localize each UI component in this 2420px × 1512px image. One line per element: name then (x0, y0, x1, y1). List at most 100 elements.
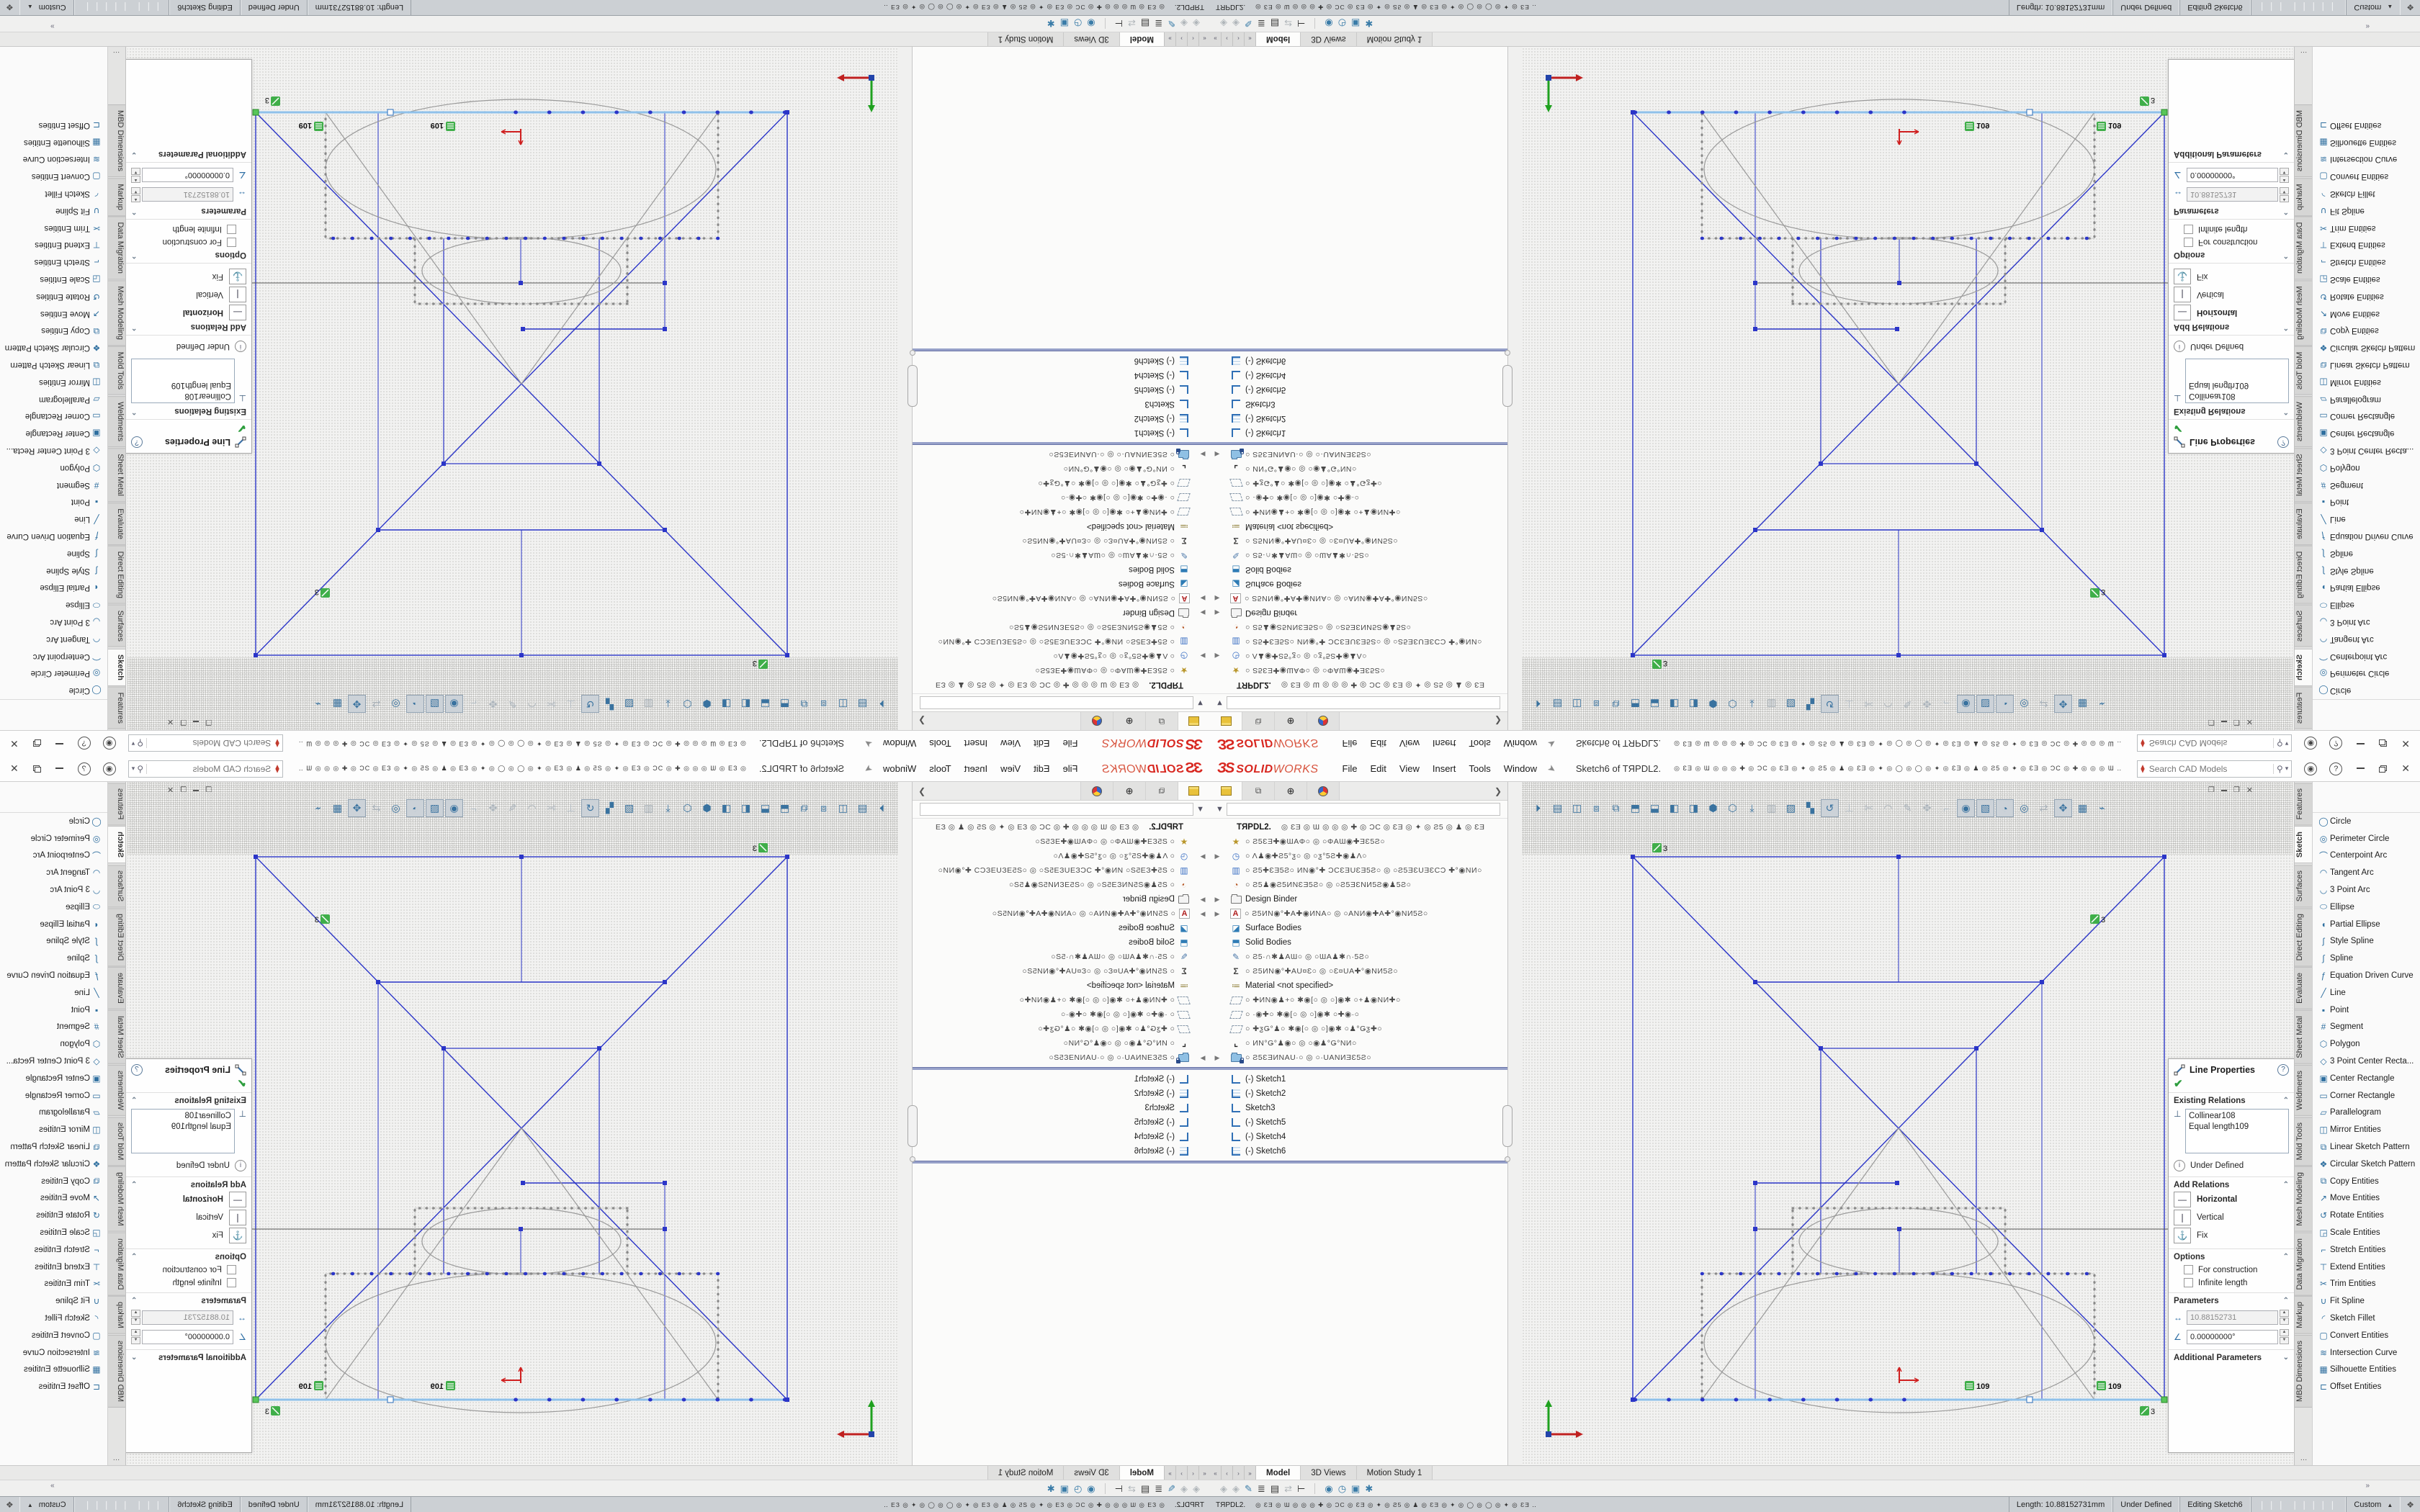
grid-fence-icon[interactable]: ▦ (2074, 695, 2092, 713)
tool-stretch-entities[interactable]: ⌐Stretch Entities (2313, 253, 2420, 271)
relation-badge-collinear[interactable]: 3 (265, 1406, 280, 1416)
tool-stretch-entities[interactable]: ⌐Stretch Entities (0, 253, 107, 271)
tool-stretch-entities[interactable]: ⌐Stretch Entities (0, 1241, 107, 1259)
tool-center-rectangle[interactable]: ▣Center Rectangle (0, 1070, 107, 1087)
menu-item-insert[interactable]: Insert (958, 763, 995, 774)
doc-tab-motion-study-1[interactable]: Motion Study 1 (1357, 1466, 1433, 1480)
move-arrows-icon[interactable]: ✥ (2054, 799, 2072, 817)
three-d-doc-icon[interactable]: ▧ (426, 799, 444, 817)
tool-perimeter-circle[interactable]: ◎Perimeter Circle (2313, 665, 2420, 682)
tree-item[interactable]: ○ ·◉✚○ ✱◉[○ ◎ ○]◉✱ ○✚◉·○ (913, 1007, 1210, 1022)
doc-tab-3d-views[interactable]: 3D Views (1301, 32, 1356, 46)
tree-item[interactable]: (-) Sketch4 (913, 368, 1210, 382)
tool-segment[interactable]: #Segment (2313, 477, 2420, 494)
panel-splitter-handle[interactable] (1502, 1105, 1512, 1147)
tool-mirror-entities[interactable]: ◫Mirror Entities (0, 374, 107, 391)
tool-partial-ellipse[interactable]: ◖Partial Ellipse (2313, 916, 2420, 933)
tool-parallelogram[interactable]: ▱Parallelogram (2313, 1104, 2420, 1122)
tab-weldments[interactable]: Weldments (2295, 1065, 2313, 1116)
shaded-view-icon[interactable]: ◨ (717, 695, 735, 713)
rollback-bar[interactable] (1210, 348, 1507, 351)
tree-item[interactable]: ⌞○ ИN°Ǥ°♟◉○ ◎ ○◉♟°Ǥ°NИ○ (913, 1036, 1210, 1050)
trim-ghost-icon[interactable]: ✄ (1860, 695, 1878, 713)
bars-icon[interactable]: ≣ (1155, 1483, 1162, 1495)
tool-3-point-center-recta-[interactable]: ◇3 Point Center Recta... (2313, 1053, 2420, 1070)
move-arrows-icon[interactable]: ✥ (2054, 695, 2072, 713)
tree-item[interactable]: ○ ✚ИN◉♟+○ ✱◉[○ ◎ ○]◉✱ ○+♟◉NИ✚○ (913, 993, 1210, 1007)
tool-spline[interactable]: ∫Spline (2313, 950, 2420, 967)
tab-direct-editing[interactable]: Direct Editing (2295, 546, 2313, 604)
tool-scale-entities[interactable]: ◲Scale Entities (0, 1224, 107, 1241)
tab-mold-tools[interactable]: Mold Tools (107, 1117, 125, 1166)
curve-dot-icon[interactable]: ◔ (406, 695, 424, 713)
doc-minimize-icon[interactable] (2221, 721, 2227, 723)
view-cube-icon[interactable]: ⧈ (1587, 799, 1605, 817)
menu-item-view[interactable]: View (1393, 763, 1426, 774)
tab-scroll-button[interactable]: › (1175, 32, 1187, 46)
parameter-field[interactable]: 10.88152731 (2187, 1310, 2278, 1325)
quick-access-toolbar[interactable]: ◎ ƐƎ ◎ Ɯ ◎ ◎ ◎ ✚ ◎ ƆC ◎ ƐƎ ◎ ✦ ◎ Ƨ5 ◎ ♟ … (298, 739, 746, 747)
tool-linear-sketch-pattern[interactable]: ⧉Linear Sketch Pattern (0, 1138, 107, 1156)
accept-button[interactable]: ✔ (2169, 1077, 2294, 1092)
search-box[interactable]: ⧫ ⚲ ▾ (128, 735, 283, 752)
striped-bars-icon[interactable]: ▤ (1141, 18, 1150, 30)
tree-item[interactable]: ★○ Ƨ5ƐƎ✚◉ƜAΦ○ ◎ ○ΦAƜ◉✚ƎƐ5Ƨ○ (913, 834, 1210, 849)
expand-arrow-icon[interactable]: ▶ (1213, 652, 1222, 660)
toolbar-expand-chevron-icon[interactable]: » (2365, 1482, 2370, 1490)
view-cube-icon[interactable]: ◧ (737, 695, 755, 713)
plug-icon[interactable]: ⌁ (309, 799, 327, 817)
tab-mesh-modeling[interactable]: Mesh Modeling (107, 280, 125, 346)
add-relation-horizontal[interactable]: —Horizontal (131, 305, 246, 320)
folder-sync-icon[interactable]: ▣ (1060, 18, 1069, 30)
status-tag-icon[interactable]: ❖ (0, 1500, 19, 1510)
search-icon[interactable]: ⚲ (137, 764, 147, 774)
rollback-bar[interactable] (913, 442, 1210, 445)
tree-item[interactable]: (-) Sketch4 (1210, 1130, 1507, 1144)
tab-weldments[interactable]: Weldments (107, 396, 125, 447)
tree-item[interactable]: ▶A○ Ƨ5ИN◉°✚A✚◉ИNA○ ◎ ○ANИ◉✚A✚°◉NИ5Ƨ○ (913, 906, 1210, 921)
tree-item[interactable]: ▥○ Ƨ5✚ƐƎ5Ƨ○ ИN◉°✚ ƆCƐƎUƐƎ5Ƨ○ ◎ ○Ƨ5ƎƐUƎƐC… (913, 863, 1210, 878)
search-box[interactable]: ⧫ ⚲ ▾ (2137, 735, 2292, 752)
camera-icon[interactable]: ◉ (1087, 18, 1095, 30)
tab-overflow-icon[interactable]: … (107, 47, 125, 60)
view-cube-icon[interactable]: ⧉ (795, 799, 813, 817)
sketch-blue-geometry[interactable] (256, 857, 787, 1400)
tool-polygon[interactable]: ⬡Polygon (2313, 459, 2420, 477)
tool-center-rectangle[interactable]: ▣Center Rectangle (2313, 1070, 2420, 1087)
tool-silhouette-entities[interactable]: ▦Silhouette Entities (2313, 134, 2420, 151)
search-input[interactable] (2148, 738, 2273, 750)
tab-overflow-icon[interactable]: … (2295, 47, 2313, 60)
tab-data-migration[interactable]: Data Migration (107, 1233, 125, 1296)
status-tag-icon[interactable]: ❖ (0, 2, 19, 12)
relation-badge-equal[interactable]: 109 (2097, 121, 2121, 131)
tree-item[interactable]: (-) Sketch4 (913, 1130, 1210, 1144)
dashed-selection-rects[interactable] (326, 1208, 718, 1400)
tool-point[interactable]: ▪Point (0, 1002, 107, 1019)
tab-property-manager[interactable]: ⧉ (1145, 782, 1178, 800)
relation-badge-equal[interactable]: 109 (1965, 1381, 1989, 1391)
tab-direct-editing[interactable]: Direct Editing (107, 908, 125, 966)
shaded-cube-icon[interactable]: ⬢ (1704, 799, 1722, 817)
tab-evaluate[interactable]: Evaluate (2295, 967, 2313, 1009)
bars-icon[interactable]: ≣ (1258, 18, 1265, 30)
tree-item[interactable]: ⬒Solid Bodies (1210, 935, 1507, 950)
checkbox[interactable] (227, 225, 236, 234)
tool-perimeter-circle[interactable]: ◎Perimeter Circle (0, 665, 107, 682)
tool-tangent-arc[interactable]: ◠Tangent Arc (2313, 864, 2420, 881)
corner-ghost-icon[interactable]: ⌐ (1937, 695, 1955, 713)
doc-tab-motion-study-1[interactable]: Motion Study 1 (1357, 32, 1433, 46)
tree-item[interactable]: ≔Material <not specified> (913, 978, 1210, 993)
checkbox[interactable] (227, 238, 236, 247)
tool-trim-entities[interactable]: ✂Trim Entities (2313, 1276, 2420, 1293)
sketch-gray-geometry[interactable] (326, 1128, 718, 1413)
tab-configuration-manager[interactable]: ⊕ (1113, 782, 1145, 800)
calc-pencil-icon[interactable]: ✎ (1245, 1483, 1252, 1495)
tool-corner-rectangle[interactable]: ▭Corner Rectangle (0, 408, 107, 425)
tree-item[interactable]: ◔○ Ƨ5♟◉Ƨ5ИNƐƎ5Ƨ○ ◎ ○Ƨ5ƎƐNИ5Ƨ◉♟5Ƨ○ (1210, 878, 1507, 892)
add-relation-vertical[interactable]: ❘Vertical (2174, 287, 2289, 302)
tab-configuration-manager[interactable]: ⊕ (1275, 712, 1307, 730)
tab-scroll-button[interactable]: » (1164, 32, 1175, 46)
tool-partial-ellipse[interactable]: ◖Partial Ellipse (0, 916, 107, 933)
panel-help-icon[interactable]: ? (2277, 436, 2289, 448)
menu-item-view[interactable]: View (1393, 738, 1426, 749)
